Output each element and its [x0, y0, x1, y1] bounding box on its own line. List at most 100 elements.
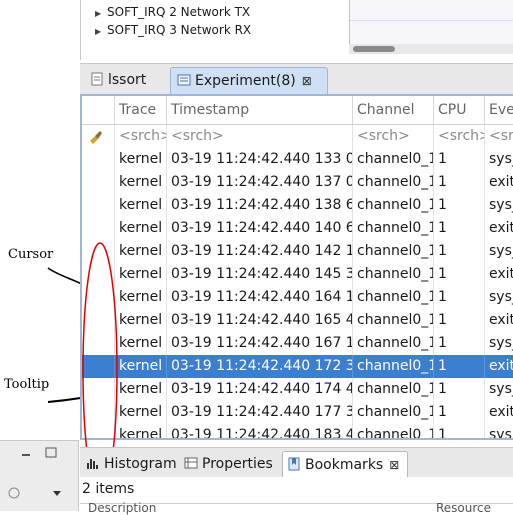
close-icon[interactable]: ⊠ — [302, 74, 312, 88]
column-header-timestamp[interactable]: Timestamp — [167, 96, 353, 124]
cell-trace: kernel — [115, 194, 167, 217]
column-header-cpu[interactable]: CPU — [434, 96, 485, 124]
cell-timestamp: 03-19 11:24:42.440 133 097 — [167, 148, 353, 171]
search-row[interactable]: <srch> <srch> <srch> <srch> <srch> — [82, 125, 513, 148]
cell-channel: channel0_1 — [353, 217, 434, 240]
cell-cpu: 1 — [434, 401, 485, 424]
cell-event: exit — [489, 358, 513, 374]
scrollbar-thumb[interactable] — [353, 46, 395, 52]
sync-icon[interactable] — [8, 487, 20, 499]
cell-event: exit — [489, 312, 513, 328]
cell-cpu: 1 — [434, 171, 485, 194]
cursor-annotation: Cursor — [8, 247, 54, 262]
cell-trace: kernel — [115, 286, 167, 309]
tab-lssort[interactable]: lssort — [84, 67, 174, 94]
row-margin[interactable] — [82, 148, 115, 171]
cell-cpu: 1 — [434, 240, 485, 263]
column-header-trace[interactable]: Trace — [115, 96, 167, 124]
column-header-margin[interactable] — [82, 96, 115, 124]
search-field-channel[interactable]: <srch> — [353, 125, 434, 148]
tab-experiment[interactable]: Experiment(8) ⊠ — [170, 67, 328, 95]
cell-trace: kernel — [115, 263, 167, 286]
cell-trace: kernel — [115, 171, 167, 194]
search-field-cpu[interactable]: <srch> — [434, 125, 485, 148]
tab-properties[interactable]: Properties — [180, 451, 284, 477]
search-field-event[interactable]: <srch> — [485, 125, 513, 148]
table-header: Trace Timestamp Channel CPU Eve — [82, 96, 513, 125]
cell-timestamp: 03-19 11:24:42.440 177 306 — [167, 401, 353, 424]
cell-cpu: 1 — [434, 263, 485, 286]
cell-channel: channel0_1 — [353, 263, 434, 286]
tree-item[interactable]: ▶ SOFT_IRQ 2 Network TX — [95, 3, 250, 21]
time-graph-area[interactable] — [350, 0, 513, 44]
cell-cpu: 1 — [434, 355, 485, 378]
search-field-trace[interactable]: <srch> — [115, 125, 167, 148]
cell-timestamp: 03-19 11:24:42.440 145 389 — [167, 263, 353, 286]
tab-label: Properties — [202, 456, 273, 472]
table-row[interactable]: kernel 03-19 11:24:42.440 164 176 channel0… — [82, 286, 513, 309]
table-row[interactable]: kernel 03-19 11:24:42.440 133 097 channel0… — [82, 148, 513, 171]
tab-label: Experiment(8) — [195, 73, 296, 89]
cell-channel: channel0_1 — [353, 148, 434, 171]
tab-histogram[interactable]: Histogram — [82, 451, 182, 477]
cell-cpu: 1 — [434, 194, 485, 217]
table-row[interactable]: kernel 03-19 11:24:42.440 165 433 channel0… — [82, 309, 513, 332]
dropdown-icon[interactable] — [53, 491, 61, 496]
cell-channel: channel0_1 — [353, 171, 434, 194]
table-row[interactable]: kernel 03-19 11:24:42.440 172 347 channel0… — [82, 355, 513, 378]
row-margin[interactable] — [82, 194, 115, 217]
cell-cpu: 1 — [434, 378, 485, 401]
cell-channel: channel0_1 — [353, 355, 434, 378]
table-row[interactable]: kernel 03-19 11:24:42.440 138 684 channel0… — [82, 194, 513, 217]
cell-timestamp: 03-19 11:24:42.440 174 443 — [167, 378, 353, 401]
tree-panel: ▶ SOFT_IRQ 2 Network TX ▶ SOFT_IRQ 3 Netwo… — [80, 0, 513, 60]
minimize-icon[interactable] — [22, 454, 30, 456]
bottom-tabbar: Histogram Properties Bookmarks ⊠ — [80, 447, 513, 478]
cell-cpu: 1 — [434, 286, 485, 309]
bookmarks-view: 2 items Description Resource — [80, 477, 513, 515]
column-header-event[interactable]: Eve — [485, 96, 513, 124]
cell-channel: channel0_1 — [353, 286, 434, 309]
cell-trace: kernel — [115, 401, 167, 424]
cell-timestamp: 03-19 11:24:42.440 172 347 — [167, 355, 353, 378]
histogram-icon — [87, 459, 98, 469]
bookmark-icon — [288, 457, 300, 471]
experiment-icon — [177, 74, 191, 86]
expand-arrow-icon[interactable]: ▶ — [95, 23, 107, 41]
search-row-icon-cell — [82, 125, 115, 148]
cell-timestamp: 03-19 11:24:42.440 138 684 — [167, 194, 353, 217]
table-row[interactable]: kernel 03-19 11:24:42.440 140 639 channel0… — [82, 217, 513, 240]
cell-channel: channel0_1 — [353, 194, 434, 217]
cell-event: exit — [489, 174, 513, 190]
column-header-resource[interactable]: Resource — [436, 501, 491, 515]
cell-cpu: 1 — [434, 332, 485, 355]
table-row[interactable]: kernel 03-19 11:24:42.440 137 077 channel0… — [82, 171, 513, 194]
table-row[interactable]: kernel 03-19 11:24:42.440 183 452 channel0… — [82, 424, 513, 438]
cell-cpu: 1 — [434, 148, 485, 171]
tree-item[interactable]: ▶ SOFT_IRQ 3 Network RX — [95, 21, 251, 39]
tab-bookmarks[interactable]: Bookmarks ⊠ — [282, 451, 408, 478]
sash-divider[interactable] — [349, 0, 350, 44]
cell-trace: kernel — [115, 217, 167, 240]
table-row[interactable]: kernel 03-19 11:24:42.440 174 443 channel0… — [82, 378, 513, 401]
table-row[interactable]: kernel 03-19 11:24:42.440 142 176 channel0… — [82, 240, 513, 263]
cell-event: sys_ — [489, 335, 513, 351]
table-row[interactable]: kernel 03-19 11:24:42.440 167 109 channel0… — [82, 332, 513, 355]
search-field-timestamp[interactable]: <srch> — [167, 125, 353, 148]
column-header-description[interactable]: Description — [88, 501, 156, 515]
cell-trace: kernel — [115, 240, 167, 263]
close-icon[interactable]: ⊠ — [389, 458, 399, 472]
tree-item-label: SOFT_IRQ 3 Network RX — [107, 23, 252, 37]
maximize-icon[interactable] — [45, 447, 57, 458]
row-margin[interactable] — [82, 217, 115, 240]
cell-trace: kernel — [115, 309, 167, 332]
minimized-panel — [0, 440, 79, 511]
table-row[interactable]: kernel 03-19 11:24:42.440 177 306 channel0… — [82, 401, 513, 424]
table-row[interactable]: kernel 03-19 11:24:42.440 145 389 channel0… — [82, 263, 513, 286]
row-margin[interactable] — [82, 171, 115, 194]
cell-trace: kernel — [115, 148, 167, 171]
cell-cpu: 1 — [434, 309, 485, 332]
items-count: 2 items — [82, 481, 135, 497]
cell-channel: channel0_1 — [353, 309, 434, 332]
column-header-channel[interactable]: Channel — [353, 96, 434, 124]
